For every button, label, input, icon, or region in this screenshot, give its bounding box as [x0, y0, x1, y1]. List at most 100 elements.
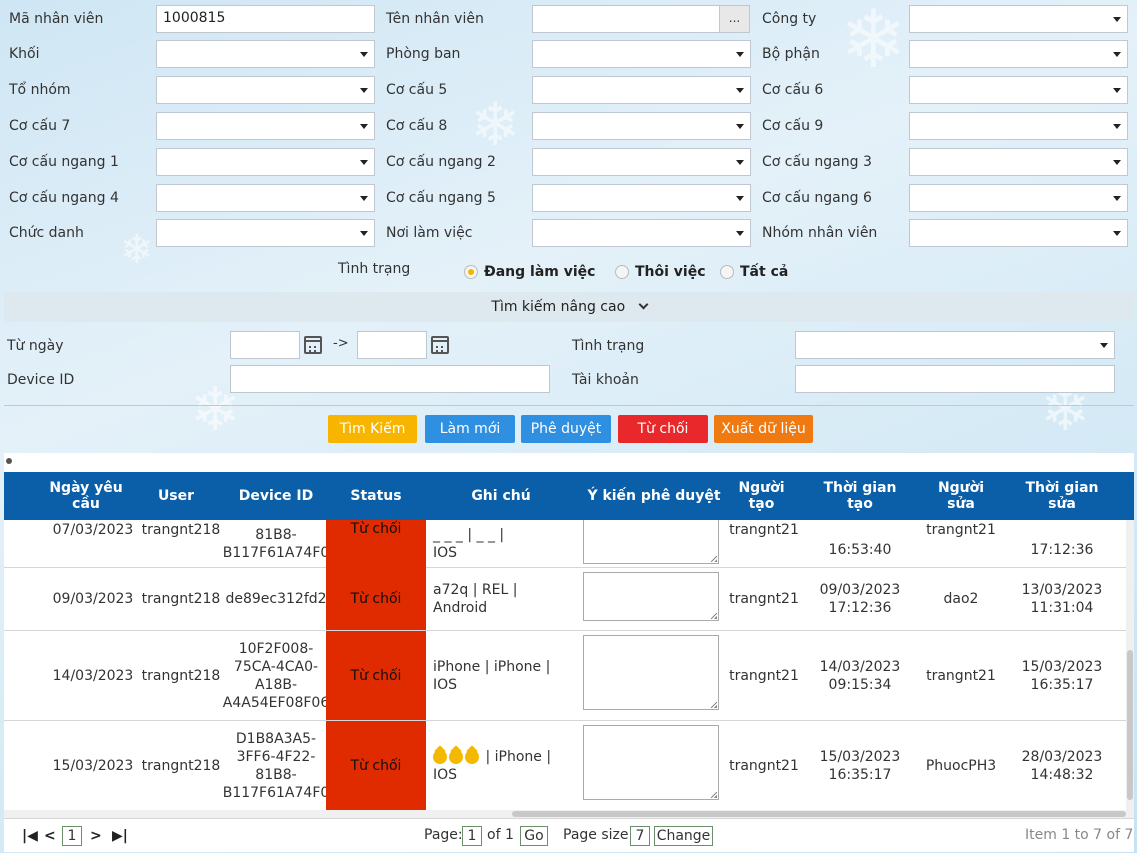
vertical-scrollbar[interactable] [1126, 520, 1134, 810]
prev-page-icon[interactable]: < [44, 828, 56, 844]
khoi-select[interactable] [156, 40, 375, 68]
status-badge: Từ chối [326, 520, 426, 568]
emoji-icon [449, 749, 463, 764]
nhom-nhan-vien-select[interactable] [909, 219, 1128, 247]
current-page-indicator[interactable]: 1 [62, 826, 82, 846]
export-button[interactable]: Xuất dữ liệu [714, 415, 813, 443]
co-cau-ngang-2-select[interactable] [532, 148, 751, 176]
table-row[interactable]: 14/03/2023 trangnt218 10F2F008- 75CA-4CA… [4, 631, 1126, 721]
co-cau-5-select[interactable] [532, 76, 751, 104]
chevron-down-icon [360, 231, 368, 236]
page-size-input[interactable]: 7 [630, 826, 650, 846]
page-of-label: of 1 [487, 827, 514, 843]
reset-button[interactable]: Làm mới [425, 415, 515, 443]
chevron-down-icon [1113, 196, 1121, 201]
table-row[interactable]: 07/03/2023 trangnt218 81B8- B117F61A74F0… [4, 520, 1126, 568]
nhom-nhan-vien-label: Nhóm nhân viên [762, 225, 878, 241]
ten-nhan-vien-input[interactable] [532, 5, 720, 33]
change-page-size-button[interactable]: Change [654, 826, 713, 846]
created-date: 09/03/2023 [819, 582, 901, 598]
created-time: 16:35:17 [828, 766, 892, 783]
approval-comment-textarea[interactable] [583, 635, 719, 710]
co-cau-ngang-4-select[interactable] [156, 184, 375, 212]
col-status[interactable]: Status [326, 472, 426, 520]
cell-device-id: 81B8- B117F61A74F0 [223, 526, 330, 562]
radio-dang-lam-viec-label: Đang làm việc [484, 264, 596, 280]
chevron-down-icon [638, 299, 649, 310]
radio-thoi-viec[interactable]: Thôi việc [615, 264, 706, 280]
page-number-input[interactable]: 1 [462, 826, 482, 846]
col-ghi-chu[interactable]: Ghi chú [426, 472, 576, 520]
next-page-icon[interactable]: > [90, 828, 102, 844]
approval-comment-textarea[interactable] [583, 520, 719, 564]
from-date-input[interactable] [230, 331, 300, 359]
ma-nhan-vien-input[interactable]: 1000815 [156, 5, 375, 33]
chevron-down-icon [360, 88, 368, 93]
search-button[interactable]: Tìm Kiếm [328, 415, 417, 443]
approval-comment-textarea[interactable] [583, 572, 719, 621]
note-line: Android [433, 600, 488, 616]
date-range-arrow: -> [333, 336, 349, 351]
cong-ty-select[interactable] [909, 5, 1128, 33]
advanced-search-toggle[interactable]: Tìm kiếm nâng cao [4, 292, 1134, 322]
chevron-down-icon [1113, 124, 1121, 129]
col-thoi-gian-tao[interactable]: Thời gian tạo [810, 472, 910, 520]
to-date-input[interactable] [357, 331, 427, 359]
radio-tat-ca[interactable]: Tất cả [720, 264, 788, 280]
cell-device-id: D1B8A3A5- 3FF6-4F22- 81B8- B117F61A74F0 [223, 721, 330, 810]
reject-button[interactable]: Từ chối [618, 415, 708, 443]
cell-date: 15/03/2023 [52, 757, 134, 774]
device-id-input[interactable] [230, 365, 550, 393]
first-page-icon[interactable]: |◀ [22, 828, 38, 844]
co-cau-ngang-1-select[interactable] [156, 148, 375, 176]
co-cau-ngang-6-select[interactable] [909, 184, 1128, 212]
adv-tinh-trang-select[interactable] [795, 331, 1115, 359]
co-cau-ngang-5-select[interactable] [532, 184, 751, 212]
note-text: | iPhone | [481, 748, 552, 765]
table-row[interactable]: 15/03/2023 trangnt218 D1B8A3A5- 3FF6-4F2… [4, 721, 1126, 810]
col-nguoi-sua[interactable]: Người sửa [926, 472, 996, 520]
horizontal-scrollbar[interactable] [4, 810, 1134, 818]
resize-icon[interactable] [6, 458, 12, 464]
co-cau-7-select[interactable] [156, 112, 375, 140]
cell-created-time: 09/03/2023 17:12:36 [810, 568, 910, 630]
col-user[interactable]: User [138, 472, 214, 520]
scroll-thumb[interactable] [512, 811, 1126, 817]
tu-ngay-label: Từ ngày [7, 338, 64, 354]
col-device-id[interactable]: Device ID [226, 472, 326, 520]
co-cau-9-select[interactable] [909, 112, 1128, 140]
chuc-danh-select[interactable] [156, 219, 375, 247]
to-nhom-select[interactable] [156, 76, 375, 104]
co-cau-ngang-3-select[interactable] [909, 148, 1128, 176]
cell-note: a72q | REL | Android [433, 568, 573, 630]
col-thoi-gian-sua[interactable]: Thời gian sửa [1012, 472, 1112, 520]
approval-comment-textarea[interactable] [583, 725, 719, 800]
cell-created-time: 14/03/2023 09:15:34 [810, 631, 910, 720]
approve-button[interactable]: Phê duyệt [521, 415, 611, 443]
co-cau-6-select[interactable] [909, 76, 1128, 104]
noi-lam-viec-select[interactable] [532, 219, 751, 247]
radio-selected-icon [464, 265, 478, 279]
edited-date: 28/03/2023 [1021, 748, 1103, 765]
radio-dang-lam-viec[interactable]: Đang làm việc [464, 264, 595, 280]
calendar-icon[interactable] [431, 336, 449, 354]
chevron-down-icon [360, 160, 368, 165]
page-size-label: Page size: [563, 827, 634, 843]
tai-khoan-input[interactable] [795, 365, 1115, 393]
col-nguoi-tao[interactable]: Người tạo [729, 472, 794, 520]
employee-picker-button[interactable]: ... [719, 5, 750, 33]
scroll-thumb[interactable] [1127, 650, 1133, 800]
edited-date: 13/03/2023 [1021, 582, 1103, 598]
device-id-line: 75CA-4CA0- [233, 658, 319, 675]
table-row[interactable]: 09/03/2023 trangnt218 de89ec312fd2 Từ ch… [4, 568, 1126, 631]
chevron-down-icon [360, 124, 368, 129]
calendar-icon[interactable] [304, 336, 322, 354]
col-y-kien[interactable]: Ý kiến phê duyệt [579, 472, 729, 520]
col-ngay-yeu-cau[interactable]: Ngày yêu cầu [48, 472, 124, 520]
go-button[interactable]: Go [520, 826, 548, 846]
last-page-icon[interactable]: ▶| [112, 828, 128, 844]
co-cau-8-select[interactable] [532, 112, 751, 140]
phong-ban-select[interactable] [532, 40, 751, 68]
bo-phan-select[interactable] [909, 40, 1128, 68]
cell-edited-time: 13/03/2023 11:31:04 [1012, 568, 1112, 630]
